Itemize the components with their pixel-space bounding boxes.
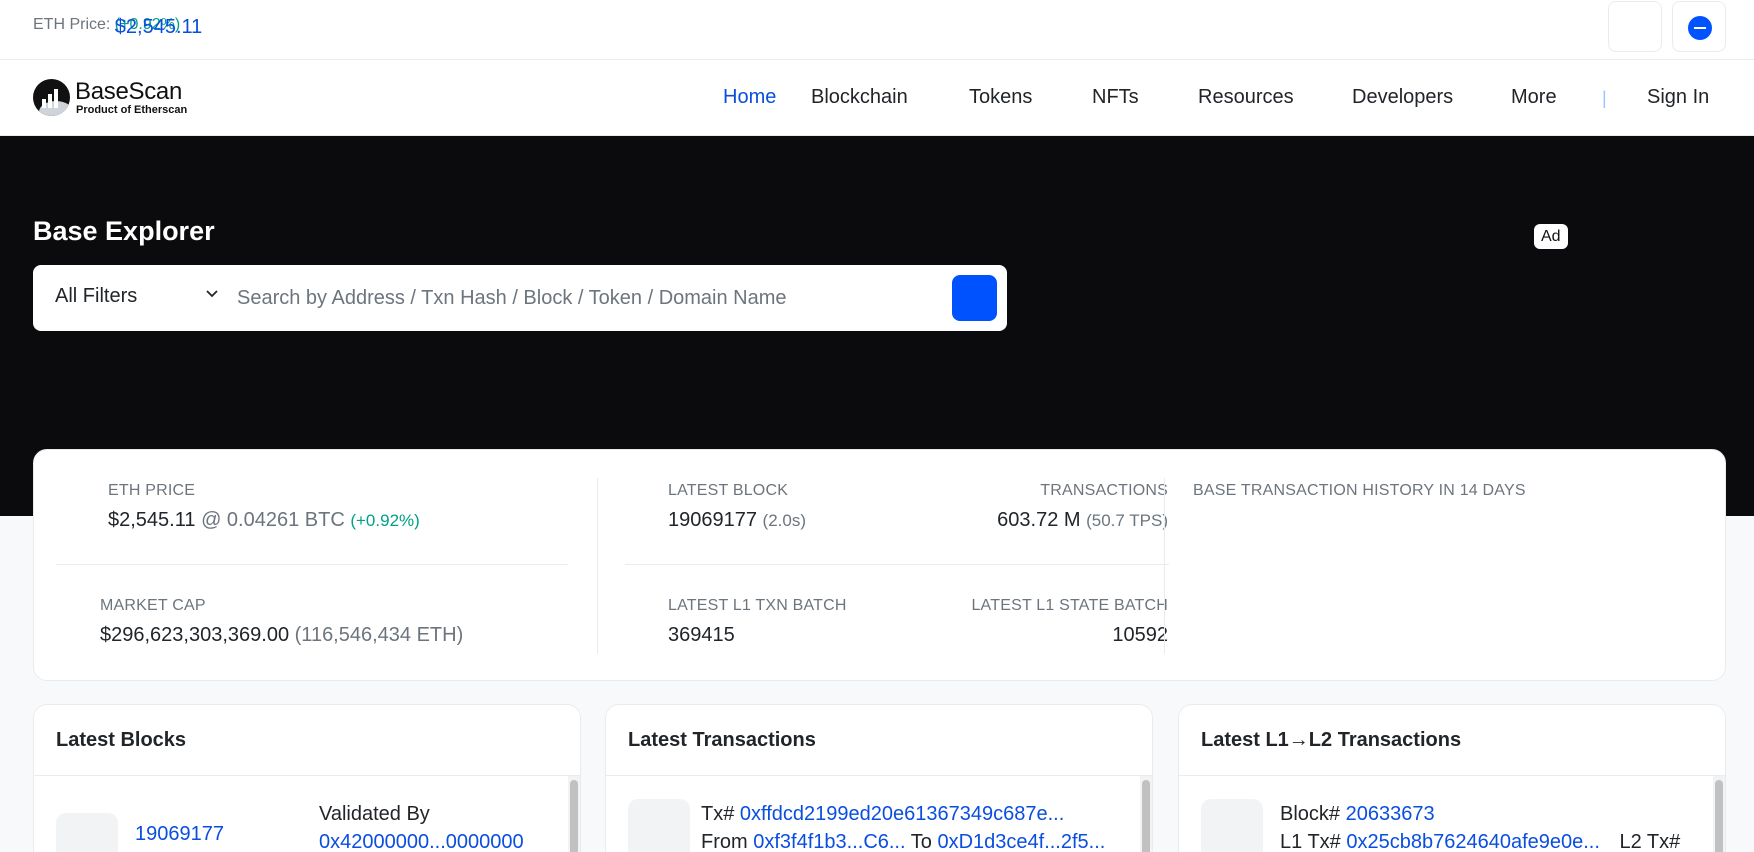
- scrollbar[interactable]: [1140, 776, 1152, 852]
- scrollbar[interactable]: [568, 776, 580, 852]
- l1-state-batch-value[interactable]: 10592: [1112, 624, 1168, 646]
- logo-subtitle: Product of Etherscan: [76, 104, 188, 116]
- tx-parties: From 0xf3f4f1b3...C6... To 0xD1d3ce4f...…: [701, 831, 1105, 852]
- l1-l2-icon: [1201, 799, 1263, 852]
- eth-price-btc: @ 0.04261 BTC: [201, 509, 345, 531]
- card-header: Latest Blocks: [34, 705, 580, 776]
- l2-tx-label: L2 Tx#: [1619, 831, 1681, 852]
- block-icon: [56, 813, 118, 852]
- sign-in-link[interactable]: Sign In: [1647, 86, 1709, 109]
- l1l2-block-link[interactable]: 20633673: [1346, 803, 1435, 825]
- market-cap-label: MARKET CAP: [100, 597, 206, 614]
- eth-price-stat-label: ETH PRICE: [108, 482, 196, 499]
- l1-txn-batch-stat: 369415: [668, 624, 735, 647]
- divider: [625, 564, 1169, 565]
- from-address-link[interactable]: 0xf3f4f1b3...C6...: [753, 831, 905, 852]
- l1-txn-batch-label: LATEST L1 TXN BATCH: [668, 597, 847, 614]
- validator-link[interactable]: 0x42000000...0000000: [319, 831, 524, 852]
- market-cap-value: $296,623,303,369.00: [100, 624, 290, 646]
- eth-price-stat-change: (+0.92%): [350, 511, 420, 530]
- l1-state-batch-stat: 10592: [894, 624, 1168, 647]
- nav-more[interactable]: More: [1511, 86, 1557, 109]
- nav-home[interactable]: Home: [723, 86, 776, 109]
- eth-price-link[interactable]: $2,545.11: [115, 16, 203, 39]
- basescan-logo[interactable]: BaseScan Product of Etherscan: [33, 78, 193, 118]
- search-bar: All Filters: [33, 265, 1007, 331]
- tx-row-header: Tx# 0xffdcd2199ed20e61367349c687e...: [701, 803, 1064, 826]
- l1l2-block-row: Block# 20633673: [1280, 803, 1435, 826]
- main-header: BaseScan Product of Etherscan Home Block…: [0, 60, 1754, 136]
- card-header: Latest Transactions: [606, 705, 1152, 776]
- block-label: Block#: [1280, 803, 1341, 825]
- column-divider: [1164, 478, 1165, 654]
- market-cap-eth: (116,546,434 ETH): [294, 624, 464, 646]
- scrollbar[interactable]: [1713, 776, 1725, 852]
- page-title: Base Explorer: [33, 216, 215, 246]
- market-cap-stat: $296,623,303,369.00 (116,546,434 ETH): [100, 624, 463, 647]
- to-address-link[interactable]: 0xD1d3ce4f...2f5...: [937, 831, 1105, 852]
- tx-hash-link[interactable]: 0xffdcd2199ed20e61367349c687e...: [740, 803, 1064, 825]
- latest-block-value[interactable]: 19069177: [668, 509, 757, 531]
- nav-nfts[interactable]: NFTs: [1092, 86, 1139, 109]
- tx-label: Tx#: [701, 803, 735, 825]
- nav-developers[interactable]: Developers: [1352, 86, 1453, 109]
- nav-tokens[interactable]: Tokens: [969, 86, 1032, 109]
- l1-state-batch-label: LATEST L1 STATE BATCH: [971, 597, 1168, 614]
- search-input[interactable]: [225, 277, 965, 319]
- eth-price-ticker: ETH Price: $2,545.11 (+0.92%): [33, 16, 202, 38]
- transactions-value[interactable]: 603.72 M: [997, 509, 1080, 531]
- latest-l1-l2-card: Latest L1→L2 Transactions Block# 2063367…: [1178, 704, 1726, 852]
- eth-price-stat-value[interactable]: $2,545.11: [108, 509, 196, 531]
- tx-history-chart[interactable]: [1193, 510, 1693, 660]
- l1-tx-hash-link[interactable]: 0x25cb8b7624640afe9e0e...: [1346, 831, 1600, 852]
- card-header: Latest L1→L2 Transactions: [1179, 705, 1725, 776]
- theme-toggle-button[interactable]: [1608, 1, 1662, 52]
- latest-transactions-card: Latest Transactions Tx# 0xffdcd2199ed20e…: [605, 704, 1153, 852]
- eth-price-stat: $2,545.11 @ 0.04261 BTC (+0.92%): [108, 509, 420, 532]
- nav-resources[interactable]: Resources: [1198, 86, 1294, 109]
- basescan-logo-icon: [33, 79, 70, 116]
- transaction-icon: [628, 799, 690, 852]
- to-label: To: [910, 831, 932, 852]
- chevron-down-icon[interactable]: [205, 287, 219, 301]
- search-button[interactable]: [952, 275, 997, 321]
- latest-block-stat: 19069177 (2.0s): [668, 509, 806, 532]
- divider: [56, 564, 568, 565]
- latest-block-time: (2.0s): [762, 511, 807, 530]
- eth-price-label: ETH Price:: [33, 16, 111, 33]
- network-menu-button[interactable]: [1672, 1, 1726, 52]
- tx-history-label: BASE TRANSACTION HISTORY IN 14 DAYS: [1193, 482, 1526, 499]
- nav-separator: |: [1602, 88, 1607, 108]
- latest-l1-l2-title: Latest L1→L2 Transactions: [1201, 729, 1462, 751]
- base-network-icon: [1688, 16, 1712, 40]
- l1l2-tx-row: L1 Tx# 0x25cb8b7624640afe9e0e... L2 Tx#: [1280, 831, 1680, 852]
- from-label: From: [701, 831, 748, 852]
- filter-select[interactable]: All Filters: [55, 285, 137, 308]
- validated-by-label: Validated By: [319, 803, 430, 825]
- ad-badge[interactable]: Ad: [1534, 224, 1568, 249]
- column-divider: [597, 478, 598, 654]
- l1-txn-batch-value[interactable]: 369415: [668, 624, 735, 646]
- latest-blocks-card: Latest Blocks 19069177 Validated By 0x42…: [33, 704, 581, 852]
- l1-tx-label: L1 Tx#: [1280, 831, 1341, 852]
- nav-blockchain[interactable]: Blockchain: [811, 86, 908, 109]
- latest-block-label: LATEST BLOCK: [668, 482, 789, 499]
- transactions-label: TRANSACTIONS: [1040, 482, 1168, 499]
- transactions-tps: (50.7 TPS): [1086, 511, 1168, 530]
- stats-card: ETH PRICE $2,545.11 @ 0.04261 BTC (+0.92…: [33, 449, 1726, 681]
- latest-transactions-title: Latest Transactions: [628, 729, 816, 751]
- top-bar: ETH Price: $2,545.11 (+0.92%): [0, 0, 1754, 60]
- transactions-stat: 603.72 M (50.7 TPS): [894, 509, 1168, 532]
- latest-blocks-title: Latest Blocks: [56, 729, 187, 751]
- logo-name: BaseScan: [75, 78, 183, 105]
- block-number-link[interactable]: 19069177: [135, 823, 224, 846]
